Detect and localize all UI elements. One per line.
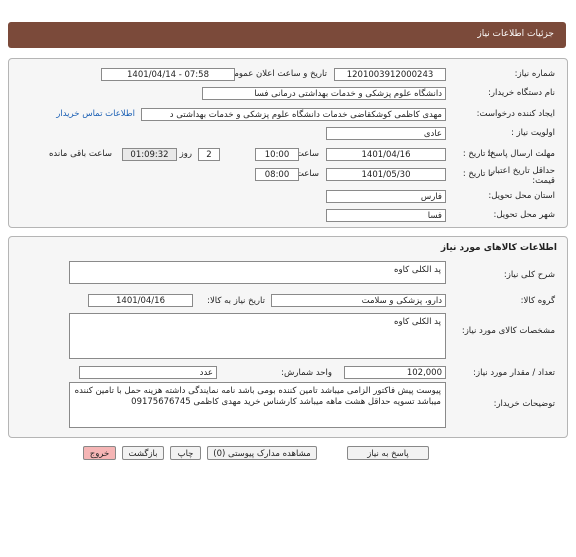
deadline-time-label: ساعت [295,149,319,159]
deadline-until-label: تا تاریخ : [462,149,493,159]
priority-field: عادی [326,127,446,140]
goods-panel: اطلاعات کالاهای مورد نیاز شرح کلی نیاز: … [8,236,568,438]
goods-section-title: اطلاعات کالاهای مورد نیاز [440,243,557,253]
remaining-days-field: 2 [198,148,220,161]
need-info-panel: شماره نیاز: 1201003912000243 تاریخ و ساع… [8,58,568,228]
page-header: جزئیات اطلاعات نیاز [8,22,566,48]
province-field: فارس [326,190,446,203]
validity-time-field: 08:00 [255,168,299,181]
attachments-button[interactable]: مشاهده مدارک پیوستی (0) [207,446,317,460]
group-label: گروه کالا: [520,296,555,306]
buyer-contact-link[interactable]: اطلاعات تماس خریدار [56,109,135,119]
requester-label: ایجاد کننده درخواست: [476,109,555,119]
exit-button[interactable]: خروج [83,446,116,460]
back-button[interactable]: بازگشت [122,446,164,460]
requester-field: مهدی کاظمی کوشکقاضی خدمات دانشگاه علوم پ… [141,108,446,121]
need-number-label: شماره نیاز: [514,69,555,79]
desc-label: توضیحات خریدار: [493,399,555,409]
deadline-time-field: 10:00 [255,148,299,161]
priority-label: اولویت نیاز : [510,128,555,138]
validity-label: حداقل تاریخ اعتبار قیمت: [490,166,555,186]
need-date-label: تاریخ نیاز به کالا: [207,296,265,306]
unit-label: واحد شمارش: [281,368,332,378]
city-label: شهر محل تحویل: [493,210,555,220]
buyer-label: نام دستگاه خریدار: [488,88,555,98]
qty-label: تعداد / مقدار مورد نیاز: [473,368,555,378]
spec-label: مشخصات کالای مورد نیاز: [461,326,555,336]
need-number-field: 1201003912000243 [334,68,446,81]
deadline-date-field: 1401/04/16 [326,148,446,161]
group-field: دارو، پزشکی و سلامت [271,294,446,307]
page-title: جزئیات اطلاعات نیاز [477,29,554,39]
deadline-label: مهلت ارسال پاسخ: [487,149,555,159]
validity-time-label: ساعت [295,169,319,179]
buyer-field: دانشگاه علوم پزشکی و خدمات بهداشتی درمان… [202,87,446,100]
print-button[interactable]: چاپ [170,446,201,460]
province-label: استان محل تحویل: [488,191,555,201]
remaining-time-field: 01:09:32 [122,148,177,161]
spec-field: پد الکلی کاوه [69,313,446,359]
validity-until-label: تا تاریخ : [462,169,493,179]
city-field: فسا [326,209,446,222]
announce-field: 1401/04/14 - 07:58 [101,68,235,81]
summary-field: پد الکلی کاوه [69,261,446,284]
remaining-label: ساعت باقی مانده [48,149,112,159]
reply-button[interactable]: پاسخ به نیاز [347,446,429,460]
summary-label: شرح کلی نیاز: [503,270,555,280]
need-date-field: 1401/04/16 [88,294,193,307]
desc-field: پیوست پیش فاکتور الزامی میباشد تامین کنن… [69,382,446,428]
unit-field: عدد [79,366,217,379]
qty-field: 102,000 [344,366,446,379]
announce-label: تاریخ و ساعت اعلان عمومی: [224,69,327,79]
validity-date-field: 1401/05/30 [326,168,446,181]
